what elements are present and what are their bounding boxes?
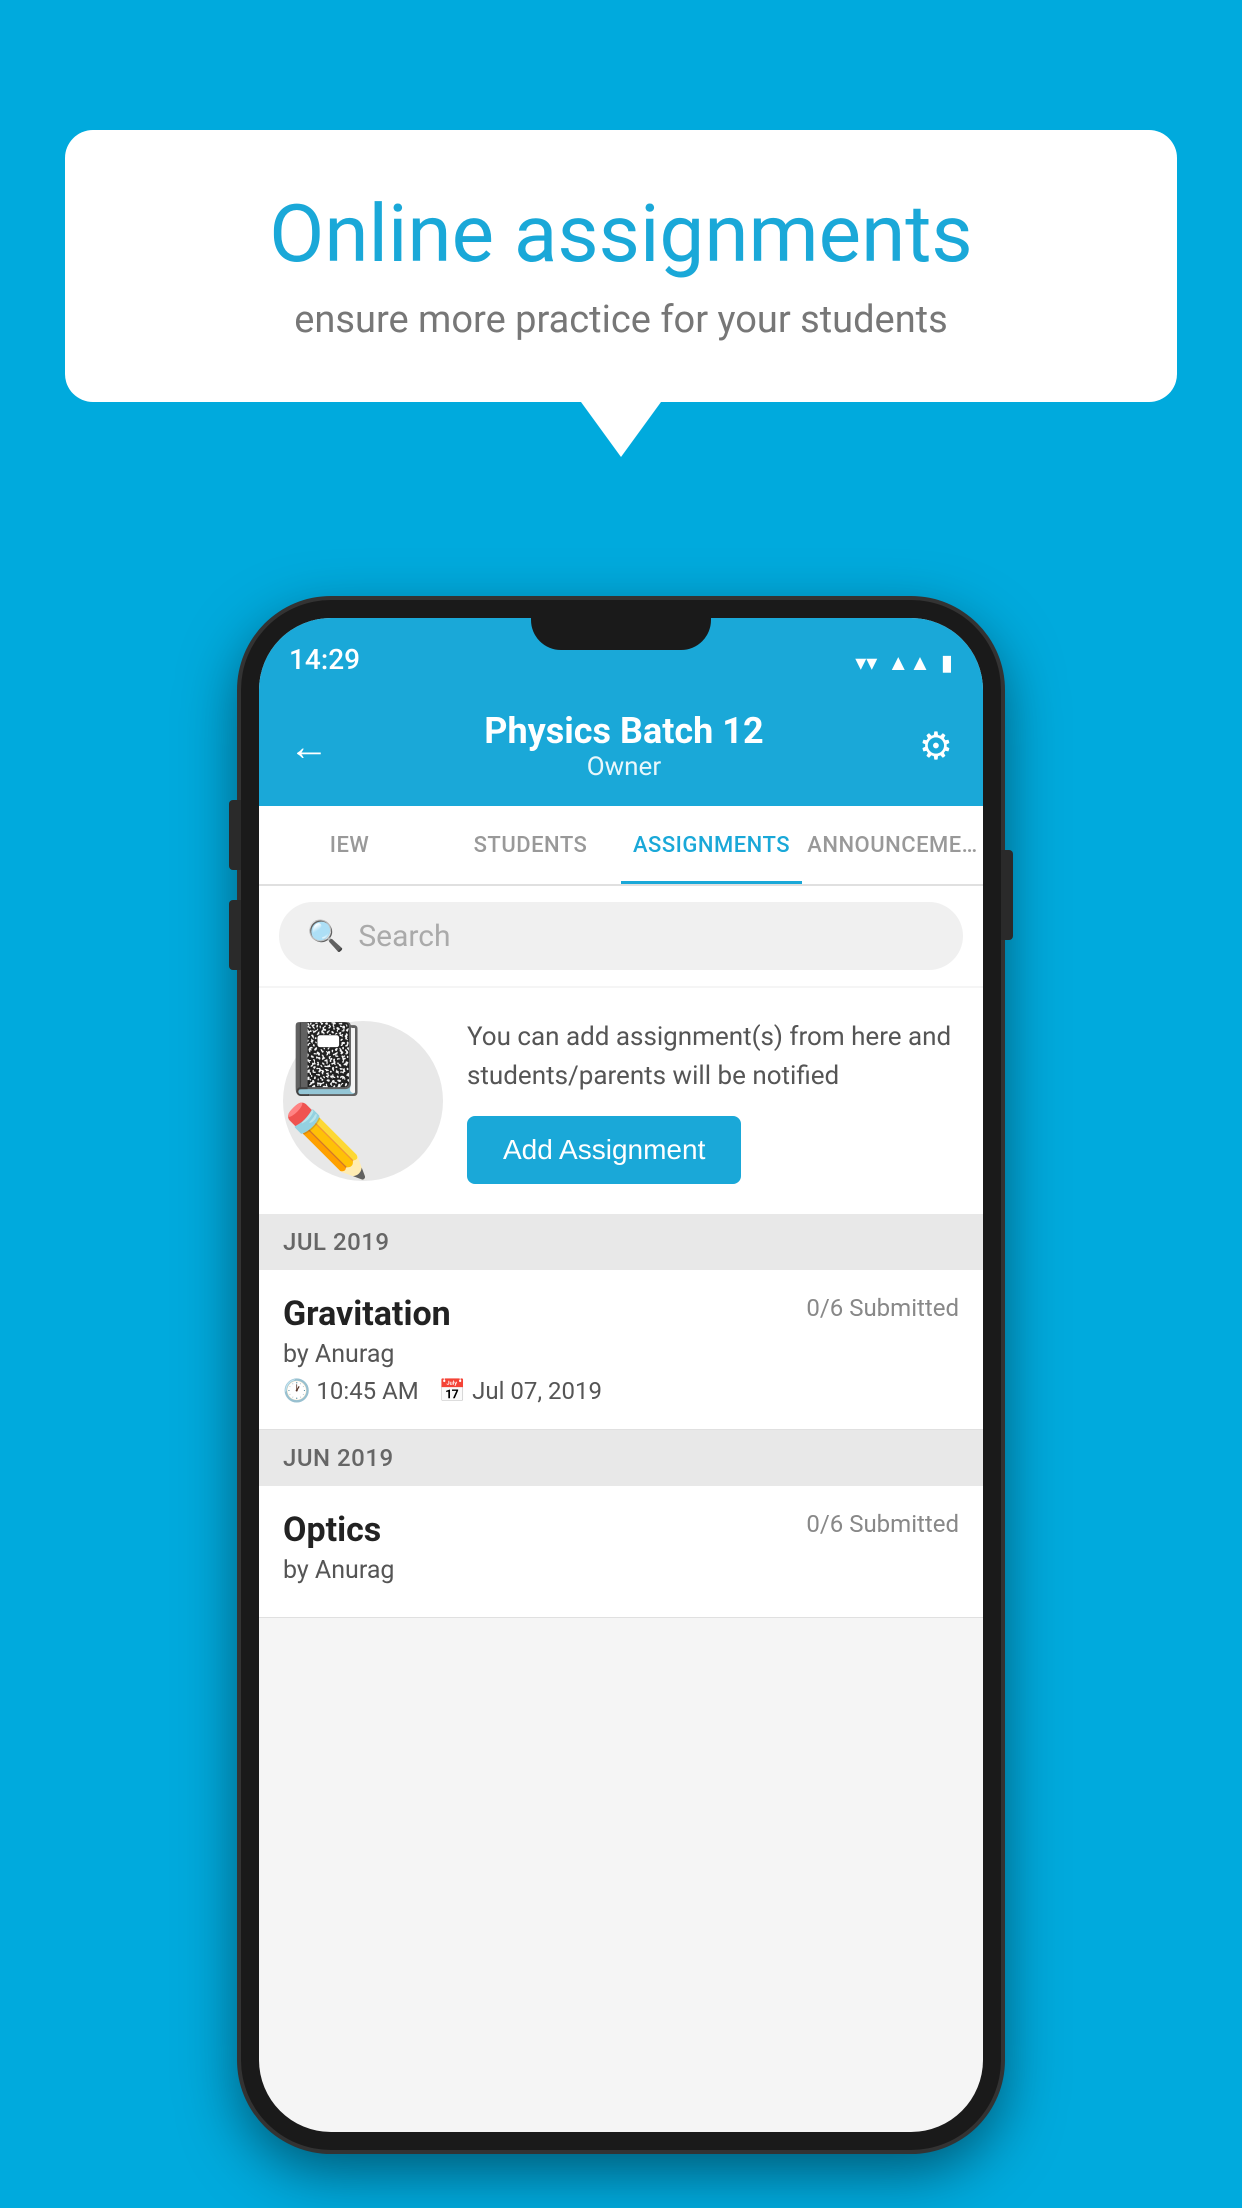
search-placeholder: Search <box>358 919 450 954</box>
signal-icon: ▲▲ <box>887 650 931 676</box>
assignment-item-row1: Gravitation 0/6 Submitted <box>283 1294 959 1334</box>
section-header-jun-label: JUN 2019 <box>283 1444 394 1472</box>
wifi-icon: ▾▾ <box>855 651 877 676</box>
phone-container: 14:29 ▾▾ ▲▲ ▮ ← Physics Batch 12 Owner ⚙ <box>241 600 1001 2150</box>
phone-screen: 14:29 ▾▾ ▲▲ ▮ ← Physics Batch 12 Owner ⚙ <box>259 618 983 2132</box>
assignment-meta-gravitation: 🕐 10:45 AM 📅 Jul 07, 2019 <box>283 1377 959 1405</box>
back-button[interactable]: ← <box>289 723 329 770</box>
speech-bubble: Online assignments ensure more practice … <box>65 130 1177 402</box>
power-button <box>1001 850 1013 940</box>
assignment-item-row1-optics: Optics 0/6 Submitted <box>283 1510 959 1550</box>
app-bar-subtitle: Owner <box>484 752 763 782</box>
tab-announcements[interactable]: ANNOUNCEME… <box>802 806 983 884</box>
speech-bubble-title: Online assignments <box>135 190 1107 278</box>
speech-bubble-arrow <box>581 402 661 457</box>
assignment-time-gravitation: 🕐 10:45 AM <box>283 1377 419 1405</box>
search-bar-wrapper: 🔍 Search <box>259 886 983 986</box>
add-assignment-button[interactable]: Add Assignment <box>467 1116 741 1184</box>
tab-students-label: STUDENTS <box>474 833 588 858</box>
assignment-submitted-gravitation: 0/6 Submitted <box>806 1294 959 1322</box>
speech-bubble-container: Online assignments ensure more practice … <box>65 130 1177 457</box>
app-bar-title: Physics Batch 12 <box>484 710 763 752</box>
tab-iew-label: IEW <box>330 833 370 858</box>
promo-text-area: You can add assignment(s) from here and … <box>467 1018 959 1184</box>
search-input-box[interactable]: 🔍 Search <box>279 902 963 970</box>
status-time: 14:29 <box>289 643 360 676</box>
notebook-icon: 📓✏️ <box>283 1019 443 1183</box>
settings-icon[interactable]: ⚙ <box>919 724 953 769</box>
assignment-submitted-optics: 0/6 Submitted <box>806 1510 959 1538</box>
phone-shell: 14:29 ▾▾ ▲▲ ▮ ← Physics Batch 12 Owner ⚙ <box>241 600 1001 2150</box>
assignment-time-label: 10:45 AM <box>316 1377 418 1405</box>
volume-up-button <box>229 800 241 870</box>
assignment-item-optics[interactable]: Optics 0/6 Submitted by Anurag <box>259 1486 983 1618</box>
promo-section: 📓✏️ You can add assignment(s) from here … <box>259 988 983 1214</box>
app-bar-title-area: Physics Batch 12 Owner <box>484 710 763 782</box>
search-icon: 🔍 <box>307 919 344 954</box>
tabs-bar: IEW STUDENTS ASSIGNMENTS ANNOUNCEME… <box>259 806 983 886</box>
tab-iew[interactable]: IEW <box>259 806 440 884</box>
assignment-date-gravitation: 📅 Jul 07, 2019 <box>439 1377 602 1405</box>
tab-students[interactable]: STUDENTS <box>440 806 621 884</box>
content-area: 🔍 Search 📓✏️ You can add assignment(s) f… <box>259 886 983 1618</box>
phone-notch <box>531 600 711 650</box>
tab-announcements-label: ANNOUNCEME… <box>807 833 978 858</box>
section-header-jun: JUN 2019 <box>259 1430 983 1486</box>
speech-bubble-subtitle: ensure more practice for your students <box>135 298 1107 342</box>
section-header-jul: JUL 2019 <box>259 1214 983 1270</box>
tab-assignments[interactable]: ASSIGNMENTS <box>621 806 802 884</box>
section-header-jul-label: JUL 2019 <box>283 1228 390 1256</box>
promo-icon-circle: 📓✏️ <box>283 1021 443 1181</box>
calendar-icon: 📅 <box>439 1379 466 1404</box>
battery-icon: ▮ <box>941 651 953 676</box>
assignment-title-gravitation: Gravitation <box>283 1294 451 1334</box>
assignment-title-optics: Optics <box>283 1510 381 1550</box>
volume-down-button <box>229 900 241 970</box>
promo-description: You can add assignment(s) from here and … <box>467 1018 959 1096</box>
tab-assignments-label: ASSIGNMENTS <box>633 833 790 858</box>
assignment-author-gravitation: by Anurag <box>283 1340 959 1369</box>
app-bar: ← Physics Batch 12 Owner ⚙ <box>259 686 983 806</box>
assignment-date-label: Jul 07, 2019 <box>472 1377 602 1405</box>
status-icons: ▾▾ ▲▲ ▮ <box>855 650 953 676</box>
assignment-author-optics: by Anurag <box>283 1556 959 1585</box>
clock-icon: 🕐 <box>283 1379 310 1404</box>
assignment-item-gravitation[interactable]: Gravitation 0/6 Submitted by Anurag 🕐 10… <box>259 1270 983 1430</box>
